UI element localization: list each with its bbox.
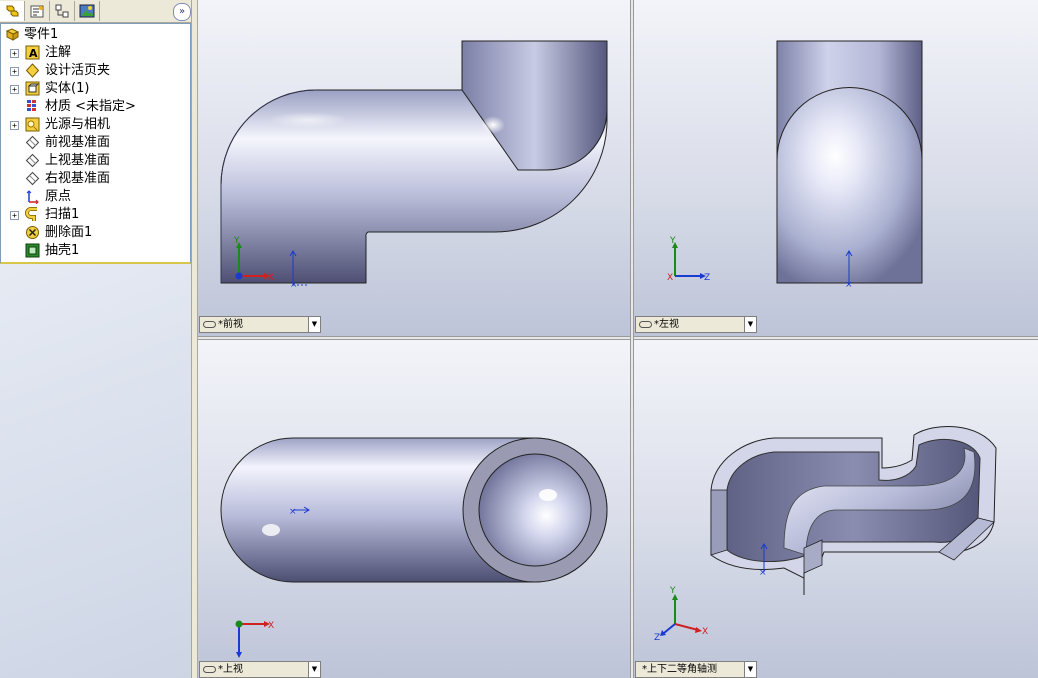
- axis-x-label: X: [667, 273, 673, 283]
- viewport-horizontal-splitter[interactable]: [198, 336, 1038, 340]
- link-views-icon: [639, 321, 652, 328]
- origin-icon: [26, 190, 39, 204]
- expand-toggle[interactable]: +: [10, 85, 19, 94]
- design-binder-icon: [25, 63, 40, 78]
- tree-item-shell[interactable]: 抽壳1: [1, 242, 187, 260]
- annotations-icon: A: [25, 45, 40, 60]
- configuration-icon: [55, 4, 69, 18]
- viewport-vertical-splitter[interactable]: [630, 0, 634, 678]
- axis-y-label: Y: [669, 586, 676, 596]
- axis-y-label: Y: [669, 236, 676, 246]
- tree-item-label: 前视基准面: [45, 135, 111, 150]
- expand-pane-button[interactable]: »: [173, 3, 191, 21]
- axis-z-label: Z: [654, 633, 660, 643]
- tree-item-label: 注解: [45, 45, 72, 60]
- view-selector-top[interactable]: *上视 ▼: [199, 661, 321, 678]
- view-selector-left[interactable]: *左视 ▼: [635, 316, 757, 333]
- tree-item-sweep[interactable]: + 扫描1: [1, 206, 187, 224]
- view-label: *上下二等角轴测: [642, 664, 717, 675]
- tree-item-front-plane[interactable]: 前视基准面: [1, 134, 187, 152]
- view-selector-front[interactable]: *前视 ▼: [199, 316, 321, 333]
- tree-item-label: 原点: [45, 189, 72, 204]
- tree-item-origin[interactable]: 原点: [1, 188, 187, 206]
- shell-icon: [25, 243, 40, 258]
- tree-item-label: 右视基准面: [45, 171, 111, 186]
- sweep-icon: [25, 207, 37, 221]
- viewport-left[interactable]: × Y Z X *左视 ▼: [634, 0, 1038, 336]
- configuration-manager-tab[interactable]: [50, 1, 75, 21]
- viewport-isometric[interactable]: × Y X Z *上下二等角轴测 ▼: [634, 340, 1038, 678]
- expand-toggle[interactable]: +: [10, 121, 19, 130]
- tree-item-annotations[interactable]: + A 注解: [1, 44, 187, 62]
- property-manager-tab[interactable]: [25, 1, 50, 21]
- chevron-down-icon[interactable]: ▼: [744, 662, 756, 677]
- delete-face-icon: [26, 226, 39, 239]
- display-manager-tab[interactable]: [75, 1, 100, 21]
- axis-x-label: X: [268, 621, 274, 631]
- svg-text:A: A: [29, 47, 38, 60]
- property-manager-icon: [30, 5, 44, 18]
- manager-tab-bar: »: [0, 0, 191, 23]
- tree-item-right-plane[interactable]: 右视基准面: [1, 170, 187, 188]
- triad-front: Y X: [233, 236, 274, 283]
- view-label: *上视: [218, 664, 243, 675]
- view-selector-iso[interactable]: *上下二等角轴测 ▼: [635, 661, 757, 678]
- chevron-down-icon[interactable]: ▼: [308, 317, 320, 332]
- expand-toggle[interactable]: +: [10, 211, 19, 220]
- plane-icon: [25, 135, 40, 150]
- feature-manager-pane: » 零件1 + A 注解 + 设计活页夹 + 实体(1) 材质 <未指定> + …: [0, 0, 191, 678]
- tree-item-label: 删除面1: [45, 225, 93, 240]
- part-icon: [5, 28, 20, 41]
- tree-item-material[interactable]: 材质 <未指定>: [1, 98, 187, 116]
- material-icon: [27, 100, 36, 111]
- viewport-front[interactable]: × Y X *前视 ▼: [198, 0, 630, 336]
- tree-item-label: 设计活页夹: [45, 63, 111, 78]
- tree-item-label: 材质 <未指定>: [45, 99, 136, 114]
- expand-toggle[interactable]: +: [10, 67, 19, 76]
- axis-x-label: X: [268, 273, 274, 283]
- axis-x-label: X: [702, 627, 708, 637]
- tree-item-label: 扫描1: [45, 207, 80, 222]
- feature-manager-icon: [6, 5, 19, 17]
- triad-iso: Y X Z: [654, 586, 708, 643]
- solid-bodies-icon: [25, 81, 40, 96]
- pane-splitter[interactable]: [191, 0, 198, 678]
- expand-toggle[interactable]: +: [10, 49, 19, 58]
- plane-icon: [25, 171, 40, 186]
- link-views-icon: [203, 666, 216, 673]
- tree-item-lights-cameras[interactable]: + 光源与相机: [1, 116, 187, 134]
- triad-left: Y Z X: [667, 236, 710, 283]
- feature-manager-tab[interactable]: [0, 1, 25, 21]
- tree-item-design-binder[interactable]: + 设计活页夹: [1, 62, 187, 80]
- triad-top: X Z: [235, 620, 274, 671]
- link-views-icon: [203, 321, 216, 328]
- feature-tree: 零件1 + A 注解 + 设计活页夹 + 实体(1) 材质 <未指定> + 光源…: [0, 23, 191, 264]
- lights-cameras-icon: [25, 117, 40, 132]
- display-manager-icon: [79, 4, 95, 18]
- tree-item-solid-bodies[interactable]: + 实体(1): [1, 80, 187, 98]
- tree-item-top-plane[interactable]: 上视基准面: [1, 152, 187, 170]
- viewport-top[interactable]: × X Z *上视 ▼: [198, 340, 630, 678]
- tree-item-label: 抽壳1: [45, 243, 80, 258]
- axis-z-label: Z: [704, 273, 710, 283]
- axis-y-label: Y: [233, 236, 240, 246]
- tree-item-label: 实体(1): [45, 81, 90, 96]
- tree-item-label: 光源与相机: [45, 117, 111, 132]
- view-label: *前视: [218, 319, 243, 330]
- tree-root-label: 零件1: [24, 27, 59, 42]
- chevron-down-icon[interactable]: ▼: [744, 317, 756, 332]
- tree-item-label: 上视基准面: [45, 153, 111, 168]
- tree-item-delete-face[interactable]: 删除面1: [1, 224, 187, 242]
- view-label: *左视: [654, 319, 679, 330]
- chevron-down-icon[interactable]: ▼: [308, 662, 320, 677]
- plane-icon: [25, 153, 40, 168]
